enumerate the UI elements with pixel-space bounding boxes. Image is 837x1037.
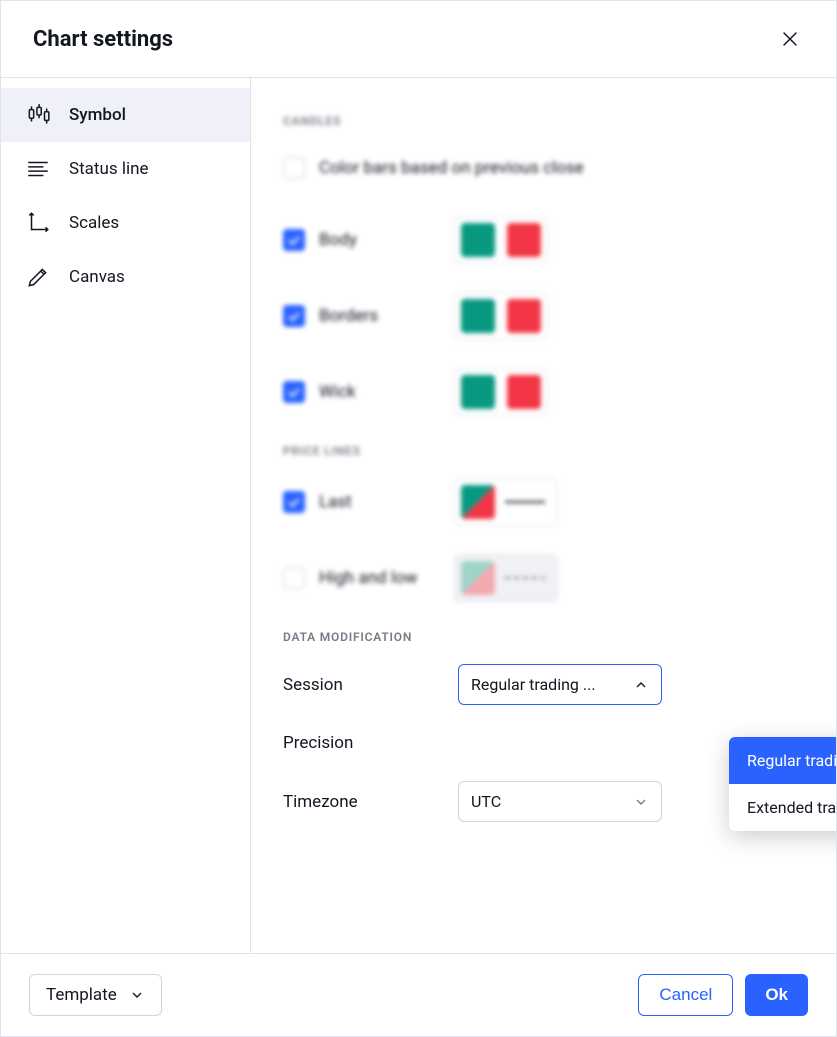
precision-label: Precision bbox=[283, 733, 458, 753]
close-button[interactable] bbox=[776, 25, 804, 53]
session-row: Session Regular trading ... bbox=[283, 664, 804, 705]
check-icon bbox=[288, 498, 300, 507]
check-icon bbox=[288, 236, 300, 245]
chart-settings-modal: Chart settings Symbol bbox=[0, 0, 837, 1037]
high-low-checkbox[interactable] bbox=[283, 567, 305, 589]
modal-footer: Template Cancel Ok bbox=[1, 953, 836, 1036]
high-low-label: High and low bbox=[319, 568, 454, 588]
wick-down-color[interactable] bbox=[507, 375, 541, 409]
body-row: Body bbox=[283, 216, 804, 264]
check-icon bbox=[288, 388, 300, 397]
wick-checkbox[interactable] bbox=[283, 381, 305, 403]
session-dropdown: Regular trading hours Extended trading h… bbox=[729, 737, 836, 831]
footer-actions: Cancel Ok bbox=[638, 974, 808, 1016]
modal-header: Chart settings bbox=[1, 1, 836, 78]
body-checkbox[interactable] bbox=[283, 229, 305, 251]
session-select[interactable]: Regular trading ... bbox=[458, 664, 662, 705]
candles-section: Candles Color bars based on previous clo… bbox=[283, 114, 804, 602]
chevron-up-icon bbox=[633, 677, 649, 693]
body-colors[interactable] bbox=[454, 216, 548, 264]
pencil-icon bbox=[25, 264, 51, 290]
sidebar-item-status-line[interactable]: Status line bbox=[1, 142, 250, 196]
sidebar-item-canvas[interactable]: Canvas bbox=[1, 250, 250, 304]
body-up-color[interactable] bbox=[461, 223, 495, 257]
section-header-candles: Candles bbox=[283, 114, 804, 128]
axis-icon bbox=[25, 210, 51, 236]
timezone-value: UTC bbox=[471, 792, 501, 811]
last-checkbox[interactable] bbox=[283, 491, 305, 513]
wick-label: Wick bbox=[319, 382, 454, 402]
cancel-button[interactable]: Cancel bbox=[638, 974, 733, 1016]
session-option-regular[interactable]: Regular trading hours bbox=[729, 737, 836, 784]
candles-icon bbox=[25, 102, 51, 128]
sidebar-item-label: Status line bbox=[69, 159, 149, 179]
template-button[interactable]: Template bbox=[29, 974, 162, 1016]
sidebar: Symbol Status line Scales bbox=[1, 78, 251, 953]
timezone-label: Timezone bbox=[283, 792, 458, 812]
sidebar-item-label: Scales bbox=[69, 213, 119, 233]
high-low-color-swatch bbox=[461, 561, 495, 595]
last-label: Last bbox=[319, 492, 454, 512]
precision-row: Precision bbox=[283, 733, 804, 753]
template-label: Template bbox=[46, 985, 117, 1005]
modal-body: Symbol Status line Scales bbox=[1, 78, 836, 953]
timezone-row: Timezone UTC bbox=[283, 781, 804, 822]
color-bars-label: Color bars based on previous close bbox=[319, 158, 584, 178]
last-color-swatch bbox=[461, 485, 495, 519]
wick-row: Wick bbox=[283, 368, 804, 416]
chevron-down-icon bbox=[633, 794, 649, 810]
last-line-sample bbox=[505, 501, 545, 503]
wick-up-color[interactable] bbox=[461, 375, 495, 409]
chevron-down-icon bbox=[129, 987, 145, 1003]
section-header-price-lines: Price Lines bbox=[283, 444, 804, 458]
borders-colors[interactable] bbox=[454, 292, 548, 340]
last-preview[interactable] bbox=[454, 478, 558, 526]
timezone-select[interactable]: UTC bbox=[458, 781, 662, 822]
high-low-row: High and low bbox=[283, 554, 804, 602]
borders-down-color[interactable] bbox=[507, 299, 541, 333]
borders-checkbox[interactable] bbox=[283, 305, 305, 327]
color-bars-row: Color bars based on previous close bbox=[283, 148, 804, 188]
high-low-preview[interactable] bbox=[454, 554, 558, 602]
session-option-extended[interactable]: Extended trading hours bbox=[729, 784, 836, 831]
section-header-data-mod: DATA MODIFICATION bbox=[283, 630, 804, 644]
borders-up-color[interactable] bbox=[461, 299, 495, 333]
sidebar-item-label: Symbol bbox=[69, 105, 126, 125]
color-bars-checkbox[interactable] bbox=[283, 157, 305, 179]
check-icon bbox=[288, 312, 300, 321]
close-icon bbox=[779, 28, 801, 50]
body-down-color[interactable] bbox=[507, 223, 541, 257]
data-modification-section: DATA MODIFICATION Session Regular tradin… bbox=[283, 630, 804, 822]
lines-icon bbox=[25, 156, 51, 182]
high-low-line-sample bbox=[505, 577, 545, 579]
borders-label: Borders bbox=[319, 306, 454, 326]
ok-button[interactable]: Ok bbox=[745, 974, 808, 1016]
sidebar-item-label: Canvas bbox=[69, 267, 125, 287]
content-panel: Candles Color bars based on previous clo… bbox=[251, 78, 836, 953]
body-label: Body bbox=[319, 230, 454, 250]
sidebar-item-scales[interactable]: Scales bbox=[1, 196, 250, 250]
session-value: Regular trading ... bbox=[471, 675, 596, 694]
sidebar-item-symbol[interactable]: Symbol bbox=[1, 88, 250, 142]
wick-colors[interactable] bbox=[454, 368, 548, 416]
last-row: Last bbox=[283, 478, 804, 526]
modal-title: Chart settings bbox=[33, 27, 173, 52]
session-label: Session bbox=[283, 675, 458, 695]
borders-row: Borders bbox=[283, 292, 804, 340]
